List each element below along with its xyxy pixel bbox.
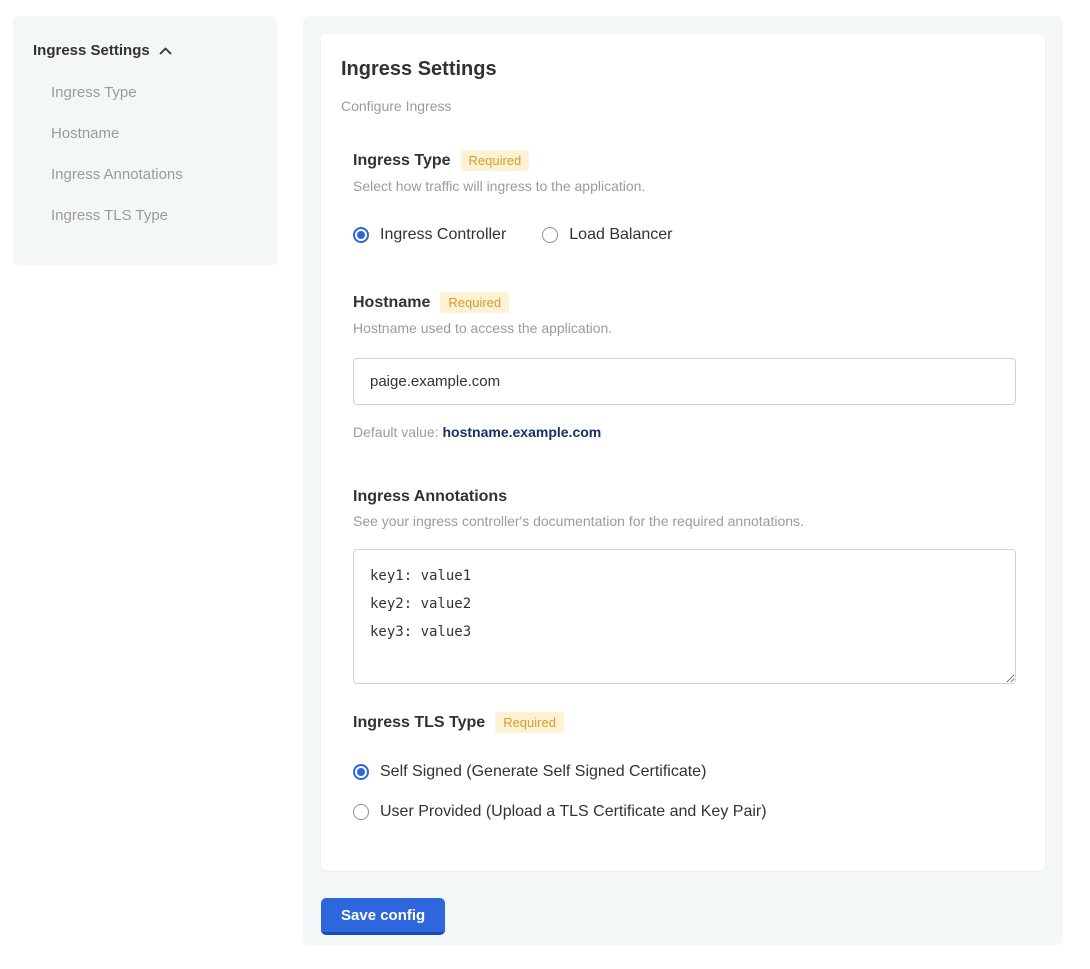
section-title-ingress-tls-type: Ingress TLS Type (353, 714, 485, 732)
radio-option-load-balancer[interactable]: Load Balancer (542, 226, 672, 244)
section-help-text: Select how traffic will ingress to the a… (353, 178, 1025, 194)
radio-option-label: Ingress Controller (380, 226, 506, 244)
radio-button-icon (353, 764, 369, 780)
section-title-row: Ingress Type Required (353, 150, 1025, 171)
sidebar-item-hostname[interactable]: Hostname (51, 125, 257, 142)
section-help-text: Hostname used to access the application. (353, 320, 1025, 336)
radio-button-icon (353, 227, 369, 243)
section-title-ingress-annotations: Ingress Annotations (353, 488, 507, 506)
required-badge: Required (495, 712, 564, 733)
radio-option-ingress-controller[interactable]: Ingress Controller (353, 226, 506, 244)
section-title-row: Hostname Required (353, 292, 1025, 313)
radio-option-label: User Provided (Upload a TLS Certificate … (380, 803, 767, 821)
section-title-hostname: Hostname (353, 294, 430, 312)
chevron-up-icon (159, 47, 172, 55)
hostname-default-line: Default value: hostname.example.com (353, 424, 1025, 440)
radio-option-label: Load Balancer (569, 226, 672, 244)
config-panel: Ingress Settings Configure Ingress Ingre… (303, 16, 1063, 945)
section-hostname: Hostname Required Hostname used to acces… (353, 292, 1025, 440)
section-title-row: Ingress Annotations (353, 488, 1025, 506)
sidebar-item-list: Ingress Type Hostname Ingress Annotation… (33, 84, 257, 224)
sidebar-item-ingress-type[interactable]: Ingress Type (51, 84, 257, 101)
radio-button-icon (542, 227, 558, 243)
section-help-text: See your ingress controller's documentat… (353, 513, 1025, 529)
config-nav-sidebar: Ingress Settings Ingress Type Hostname I… (13, 16, 277, 265)
sidebar-item-ingress-annotations[interactable]: Ingress Annotations (51, 166, 257, 183)
config-card: Ingress Settings Configure Ingress Ingre… (321, 34, 1045, 871)
sidebar-group-ingress-settings[interactable]: Ingress Settings (33, 42, 257, 59)
default-value-label: Default value: (353, 424, 439, 440)
card-subtitle: Configure Ingress (341, 98, 1025, 114)
section-title-row: Ingress TLS Type Required (353, 712, 1025, 733)
radio-option-user-provided[interactable]: User Provided (Upload a TLS Certificate … (353, 803, 1025, 821)
section-ingress-type: Ingress Type Required Select how traffic… (353, 150, 1025, 244)
radio-option-label: Self Signed (Generate Self Signed Certif… (380, 763, 706, 781)
sidebar-item-ingress-tls-type[interactable]: Ingress TLS Type (51, 207, 257, 224)
save-config-button[interactable]: Save config (321, 898, 445, 935)
required-badge: Required (461, 150, 530, 171)
ingress-tls-radio-group: Self Signed (Generate Self Signed Certif… (353, 763, 1025, 821)
ingress-type-radio-group: Ingress Controller Load Balancer (353, 226, 1025, 244)
ingress-annotations-textarea[interactable]: key1: value1 key2: value2 key3: value3 (353, 549, 1016, 684)
section-ingress-annotations: Ingress Annotations See your ingress con… (353, 488, 1025, 684)
card-title: Ingress Settings (341, 58, 1025, 81)
radio-option-self-signed[interactable]: Self Signed (Generate Self Signed Certif… (353, 763, 1025, 781)
hostname-input[interactable] (353, 358, 1016, 405)
radio-button-icon (353, 804, 369, 820)
section-ingress-tls-type: Ingress TLS Type Required Self Signed (G… (353, 712, 1025, 821)
section-title-ingress-type: Ingress Type (353, 152, 451, 170)
sidebar-group-label: Ingress Settings (33, 42, 150, 59)
default-value-text: hostname.example.com (443, 424, 602, 440)
required-badge: Required (440, 292, 509, 313)
